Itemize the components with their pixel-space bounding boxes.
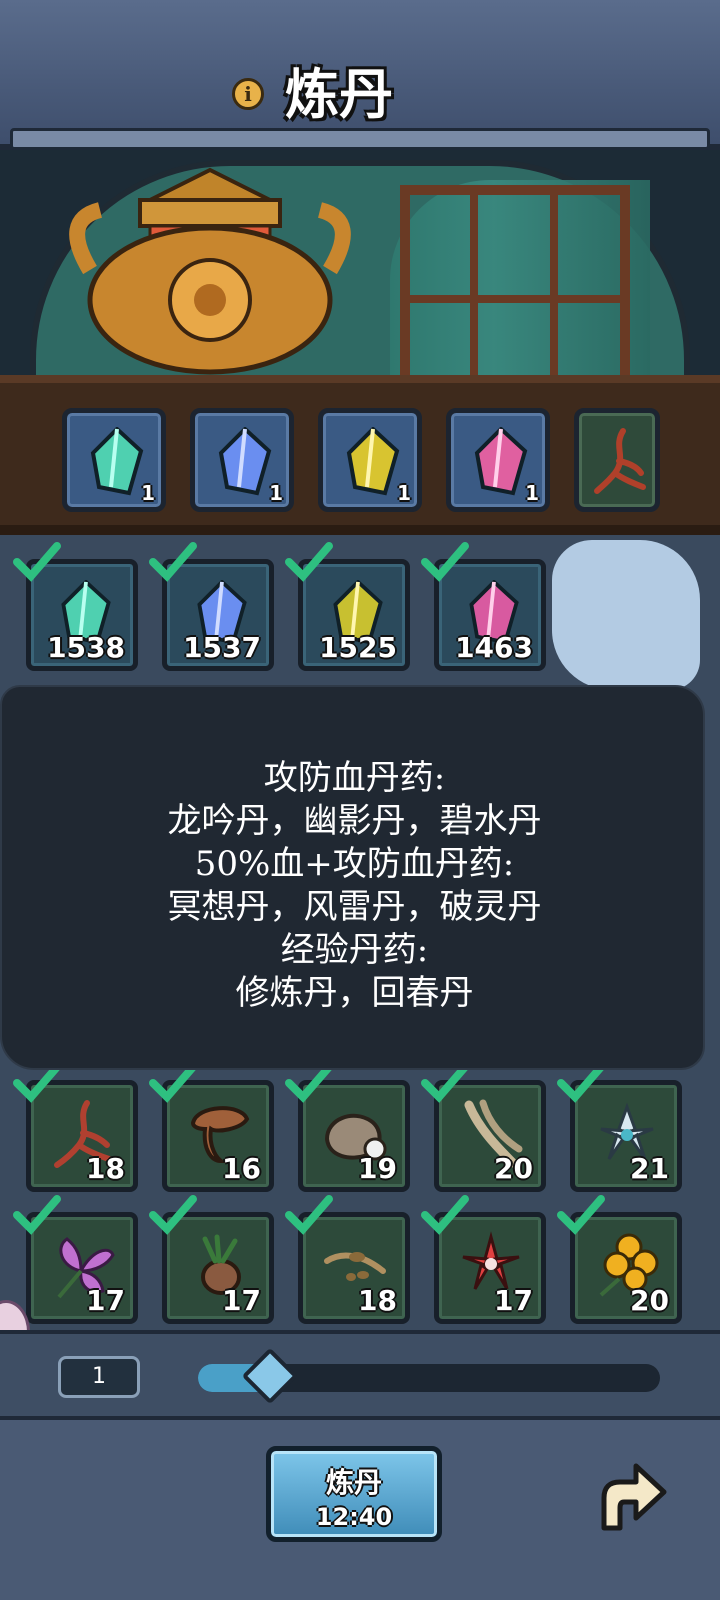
refine-timer: 12:40: [315, 1503, 393, 1531]
gem-teal-icon: [90, 427, 144, 496]
item-count: 18: [86, 1152, 125, 1185]
checkmark-icon: [149, 542, 197, 582]
item-count: 18: [358, 1284, 397, 1317]
item-count: 16: [222, 1152, 261, 1185]
checkmark-icon: [285, 542, 333, 582]
tooltip-line: 龙吟丹，幽影丹，碧水丹: [167, 801, 542, 841]
inventory-slot[interactable]: 18: [13, 1063, 138, 1192]
recipe-slot[interactable]: 1: [446, 408, 550, 512]
inventory-slot[interactable]: 20: [557, 1195, 682, 1324]
gem-yellow-icon: [346, 427, 400, 496]
tooltip-line: 冥想丹，风雷丹，破灵丹: [167, 887, 542, 927]
checkmark-icon: [557, 1195, 605, 1235]
recipe-tooltip: 攻防血丹药: 龙吟丹，幽影丹，碧水丹 50%血+攻防血丹药: 冥想丹，风雷丹，破…: [0, 685, 705, 1070]
inventory-slot[interactable]: 1538: [13, 542, 138, 671]
recipe-slot[interactable]: [574, 408, 660, 512]
item-count: 1: [141, 481, 155, 505]
alchemy-scene: [0, 150, 720, 380]
inventory-slot[interactable]: 1537: [149, 542, 274, 671]
inventory-slot[interactable]: 18: [285, 1195, 410, 1324]
item-count: 19: [358, 1152, 397, 1185]
inventory-slot[interactable]: 1463: [421, 542, 546, 671]
inventory-slot[interactable]: 1525: [285, 542, 410, 671]
tooltip-text: 攻防血丹药: 龙吟丹，幽影丹，碧水丹 50%血+攻防血丹药: 冥想丹，风雷丹，破…: [2, 757, 707, 1015]
window-frame: [400, 185, 630, 380]
tooltip-line: 经验丹药:: [280, 930, 429, 970]
checkmark-icon: [285, 1195, 333, 1235]
slider-thumb[interactable]: [241, 1347, 299, 1405]
item-count: 1537: [183, 631, 261, 664]
item-count: 1525: [319, 631, 397, 664]
checkmark-icon: [149, 1195, 197, 1235]
item-count: 20: [630, 1284, 669, 1317]
cauldron-icon: [69, 167, 351, 375]
inventory-slot[interactable]: 16: [149, 1063, 274, 1192]
info-icon[interactable]: i: [232, 78, 264, 110]
inventory-slot[interactable]: 21: [557, 1063, 682, 1192]
inventory-slot[interactable]: 17: [149, 1195, 274, 1324]
item-count: 1: [525, 481, 539, 505]
return-arrow-icon[interactable]: [590, 1458, 670, 1538]
checkmark-icon: [13, 1195, 61, 1235]
tooltip-line: 攻防血丹药:: [263, 758, 446, 798]
inventory-slot[interactable]: 19: [285, 1063, 410, 1192]
tooltip-line: 50%血+攻防血丹药:: [194, 844, 515, 884]
obscured-slot: [552, 540, 700, 690]
checkmark-icon: [421, 1195, 469, 1235]
checkmark-icon: [421, 542, 469, 582]
quantity-slider[interactable]: [198, 1347, 660, 1405]
inventory-slot[interactable]: 17: [13, 1195, 138, 1324]
item-count: 17: [86, 1284, 125, 1317]
gem-blue-icon: [218, 427, 272, 496]
bottom-bar: 炼丹 12:40: [0, 1420, 720, 1600]
inventory-slot[interactable]: 17: [421, 1195, 546, 1324]
inventory-slot[interactable]: 20: [421, 1063, 546, 1192]
quantity-input[interactable]: 1: [58, 1356, 140, 1398]
item-count: 1538: [47, 631, 125, 664]
item-count: 21: [630, 1152, 669, 1185]
refine-button-label: 炼丹: [325, 1466, 382, 1499]
refine-button[interactable]: 炼丹 12:40: [266, 1446, 442, 1542]
recipe-slot[interactable]: 1: [318, 408, 422, 512]
title-banner: i 炼丹: [0, 0, 720, 150]
recipe-slot[interactable]: 1: [62, 408, 166, 512]
item-count: 17: [494, 1284, 533, 1317]
item-count: 17: [222, 1284, 261, 1317]
checkmark-icon: [13, 542, 61, 582]
recipe-shelf: 1 1 1 1: [0, 375, 720, 535]
ginseng-root-icon: [594, 428, 646, 494]
page-title: 炼丹: [285, 62, 393, 126]
item-count: 1: [397, 481, 411, 505]
item-count: 1: [269, 481, 283, 505]
recipe-slot[interactable]: 1: [190, 408, 294, 512]
quantity-control: 1: [0, 1330, 720, 1420]
item-count: 20: [494, 1152, 533, 1185]
gem-pink-icon: [474, 427, 528, 496]
tooltip-line: 修炼丹，回春丹: [235, 973, 474, 1013]
item-count: 1463: [455, 631, 533, 664]
